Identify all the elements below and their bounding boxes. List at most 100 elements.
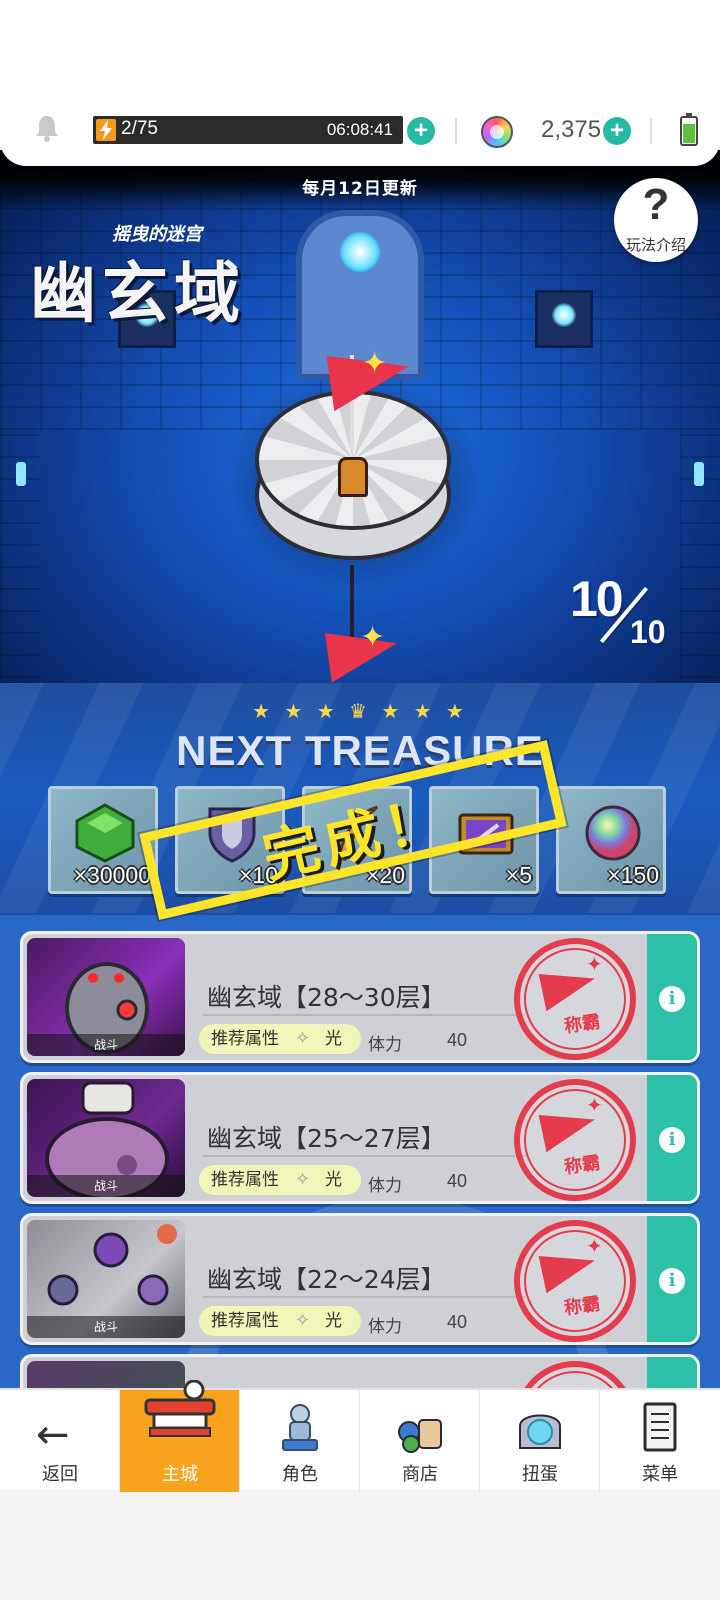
bottom-navigation: ← 返回 主城 角色 商店 扭蛋 菜单: [0, 1380, 720, 1492]
gem-count: 2,375: [541, 116, 602, 143]
crystal-icon: [694, 462, 704, 486]
recommended-attribute: 推荐属性 ✧ 光: [199, 1306, 361, 1336]
stage-list: 战斗 幽玄域【28～30层】 推荐属性 ✧ 光 体力 40 ✦ 称霸 i 战斗 …: [0, 915, 720, 1415]
seal-text: 称霸: [562, 1011, 602, 1038]
nav-label: 菜单: [642, 1464, 678, 1485]
progress-current: 10: [570, 571, 624, 627]
nav-label: 商店: [402, 1464, 438, 1485]
stage-card[interactable]: 战斗 幽玄域【28～30层】 推荐属性 ✧ 光 体力 40 ✦ 称霸 i: [20, 931, 700, 1063]
stage-info-button[interactable]: i: [647, 1075, 697, 1201]
sparkle-icon: ✦: [586, 1093, 603, 1117]
how-to-play-label: 玩法介绍: [625, 236, 686, 254]
stage-name: 幽玄域【28～30层】: [207, 983, 446, 1012]
dungeon-title: 幽玄域: [30, 254, 246, 332]
info-icon: i: [659, 1268, 685, 1294]
stamina-label: 体力: [368, 1035, 402, 1055]
rainbow-orb-icon: [585, 805, 641, 861]
gacha-portal-icon: [519, 1414, 561, 1449]
reward-item[interactable]: ×150: [556, 786, 666, 894]
reward-qty: ×30000: [73, 862, 151, 888]
stage-name: 幽玄域【22～24层】: [207, 1265, 446, 1294]
nav-characters[interactable]: 角色: [240, 1390, 360, 1492]
stage-card[interactable]: 战斗 幽玄域【25～27层】 推荐属性 ✧ 光 体力 40 ✦ 称霸 i: [20, 1072, 700, 1204]
stamina-value: 2/75: [121, 118, 158, 139]
crown-stars-icon: ★ ★ ★ ♛ ★ ★ ★: [252, 699, 468, 723]
stage-name: 幽玄域【25～27层】: [207, 1124, 446, 1153]
light-element-icon: ✧: [295, 1310, 311, 1331]
progress-total: 10: [630, 614, 666, 650]
info-icon: i: [659, 986, 685, 1012]
reward-qty: ×150: [607, 862, 659, 888]
divider: [203, 1014, 525, 1016]
attr-label: 推荐属性: [211, 1311, 279, 1331]
game-screen: { "status": { "stamina_text": "2/75", "t…: [0, 0, 720, 1600]
nav-label: 主城: [162, 1464, 198, 1485]
stamina-cost: 40: [447, 1030, 468, 1050]
seal-text: 称霸: [562, 1152, 602, 1179]
rainbow-gem-icon: [481, 116, 513, 148]
battery-icon: [680, 113, 698, 146]
sparkle-icon: ✦: [586, 1234, 603, 1258]
add-gems-button[interactable]: +: [603, 117, 631, 145]
top-status-bar: 2/75 06:08:41 + 2,375 +: [0, 96, 720, 166]
stamina-cost: 40: [447, 1171, 468, 1191]
lightning-icon: [96, 119, 116, 141]
system-nav-area: [0, 1490, 720, 1600]
crystal-icon: [16, 462, 26, 486]
nav-label: 扭蛋: [522, 1464, 558, 1485]
add-stamina-button[interactable]: +: [407, 117, 435, 145]
stamina-bar: 2/75 06:08:41: [93, 116, 403, 144]
conquered-seal: ✦ 称霸: [514, 1079, 636, 1201]
update-notice: 每月12日更新: [302, 179, 418, 199]
bell-icon[interactable]: [34, 114, 60, 142]
nav-label: 返回: [42, 1464, 78, 1485]
stamina-timer: 06:08:41: [326, 120, 393, 139]
stage-type-tag: 战斗: [27, 1175, 185, 1197]
stage-type-tag: 战斗: [27, 1316, 185, 1338]
nav-label: 角色: [282, 1464, 318, 1485]
conquered-seal: ✦ 称霸: [514, 1220, 636, 1342]
stamina-label: 体力: [368, 1317, 402, 1337]
stage-info-button[interactable]: i: [647, 1216, 697, 1342]
character-statue-icon: [282, 1404, 318, 1451]
nav-gacha[interactable]: 扭蛋: [480, 1390, 600, 1492]
attr-value: 光: [325, 1029, 342, 1049]
how-to-play-button[interactable]: ? 玩法介绍: [614, 178, 698, 262]
sparkle-icon: ✦: [360, 620, 386, 655]
nav-back[interactable]: ← 返回: [0, 1390, 120, 1492]
divider: [203, 1296, 525, 1298]
stage-type-tag: 战斗: [27, 1034, 185, 1056]
next-treasure-title: NEXT TREASURE: [176, 727, 544, 774]
recommended-attribute: 推荐属性 ✧ 光: [199, 1165, 361, 1195]
player-character: [338, 457, 368, 497]
attr-label: 推荐属性: [211, 1170, 279, 1190]
nav-home[interactable]: 主城: [120, 1380, 240, 1492]
green-gem-icon: [75, 803, 135, 863]
stage-boss-image: 战斗: [27, 1220, 185, 1338]
stamina-label: 体力: [368, 1176, 402, 1196]
menu-list-icon: [643, 1402, 677, 1452]
conquered-seal: ✦ 称霸: [514, 938, 636, 1060]
stage-boss-image: 战斗: [27, 1079, 185, 1197]
light-element-icon: ✧: [295, 1169, 311, 1190]
stamina-cost: 40: [447, 1312, 468, 1332]
stage-card[interactable]: 战斗 幽玄域【22～24层】 推荐属性 ✧ 光 体力 40 ✦ 称霸 i: [20, 1213, 700, 1345]
attr-label: 推荐属性: [211, 1029, 279, 1049]
recommended-attribute: 推荐属性 ✧ 光: [199, 1024, 361, 1054]
stage-info-button[interactable]: i: [647, 934, 697, 1060]
reward-qty: ×5: [505, 862, 532, 888]
shop-bag-icon: [398, 1419, 442, 1453]
question-mark-icon: ?: [642, 180, 670, 229]
attr-value: 光: [325, 1311, 342, 1331]
back-arrow-icon: ←: [36, 1412, 70, 1458]
nav-menu[interactable]: 菜单: [600, 1390, 720, 1492]
divider: [203, 1155, 525, 1157]
sparkle-icon: ✦: [362, 346, 388, 381]
seal-text: 称霸: [562, 1293, 602, 1320]
light-element-icon: ✧: [295, 1028, 311, 1049]
sparkle-icon: ✦: [586, 952, 603, 976]
nav-shop[interactable]: 商店: [360, 1390, 480, 1492]
stage-boss-image: 战斗: [27, 938, 185, 1056]
dungeon-map: 每月12日更新 ? 玩法介绍 摇曳的迷宫 幽玄域 ✦ ✦ 10 10: [0, 150, 720, 695]
wall-lamp-icon: [535, 290, 593, 348]
